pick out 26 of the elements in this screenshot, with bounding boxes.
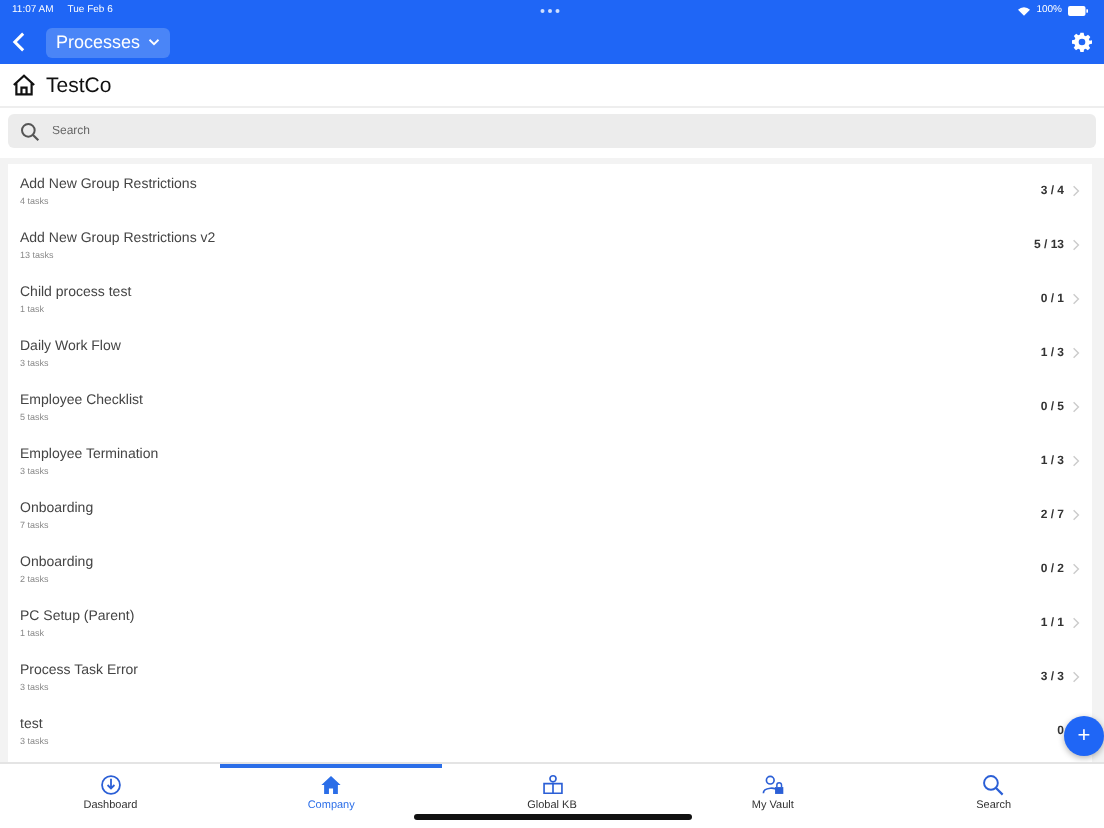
title-dropdown[interactable]: Processes — [46, 27, 171, 57]
company-title: TestCo — [46, 73, 112, 97]
battery-icon — [1068, 5, 1088, 15]
chevron-right-icon — [1072, 238, 1080, 252]
settings-icon[interactable] — [1072, 32, 1092, 52]
gauge-icon — [99, 774, 122, 796]
chevron-right-icon — [1072, 616, 1080, 630]
chevron-right-icon — [1072, 562, 1080, 576]
home-icon — [320, 774, 343, 796]
back-icon[interactable] — [12, 32, 26, 52]
chevron-right-icon — [1072, 670, 1080, 684]
chevron-right-icon — [1072, 508, 1080, 522]
chevron-right-icon — [1072, 454, 1080, 468]
book-person-icon — [541, 774, 564, 796]
home-icon — [12, 74, 36, 96]
search-icon — [20, 121, 40, 141]
more-dots-icon — [540, 7, 560, 13]
person-lock-icon — [761, 774, 784, 796]
add-button[interactable]: + — [1064, 716, 1104, 756]
chevron-right-icon — [1072, 184, 1080, 198]
chevron-right-icon — [1072, 292, 1080, 306]
wifi-icon — [1018, 5, 1031, 15]
chevron-right-icon — [1072, 346, 1080, 360]
chevron-right-icon — [1072, 400, 1080, 414]
chevron-down-icon — [148, 38, 161, 46]
search-icon — [982, 774, 1005, 796]
